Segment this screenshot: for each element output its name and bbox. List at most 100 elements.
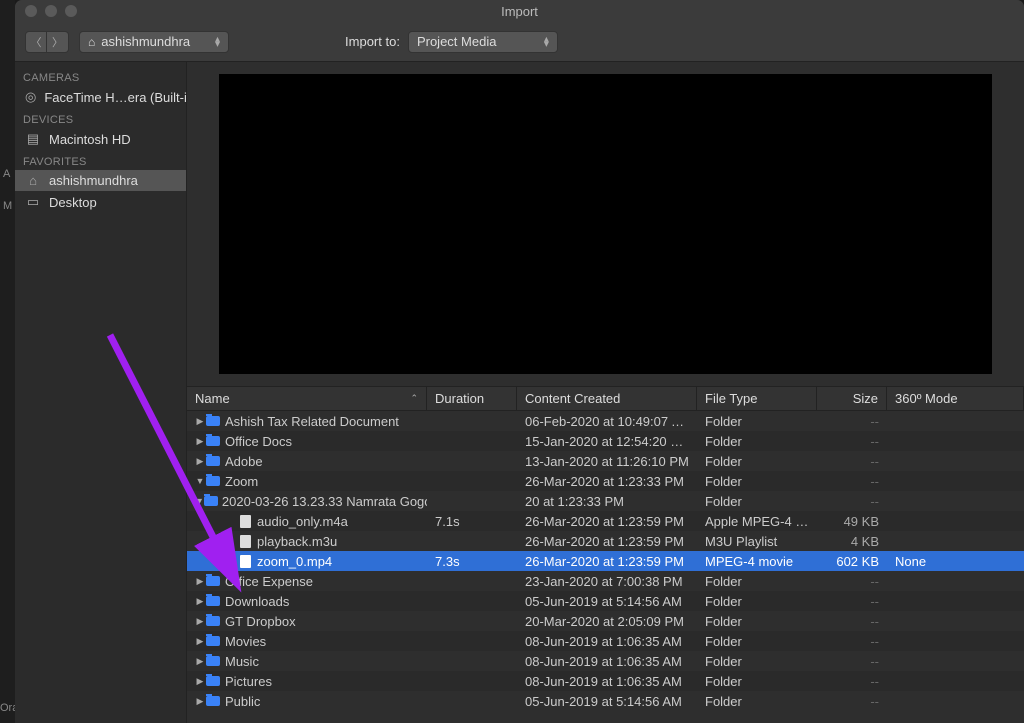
sidebar-item-label: FaceTime H…era (Built-in) [44,90,186,105]
table-row[interactable]: ▶Pictures 08-Jun-2019 at 1:06:35 AMFolder… [187,671,1024,691]
cell-content-created: 13-Jan-2020 at 11:26:10 PM [517,454,697,469]
cell-file-type: Folder [697,594,817,609]
cell-content-created: 08-Jun-2019 at 1:06:35 AM [517,674,697,689]
file-name: Ashish Tax Related Document [225,414,399,429]
cell-name: ▶Pictures [187,674,427,689]
cell-content-created: 05-Jun-2019 at 5:14:56 AM [517,694,697,709]
column-name[interactable]: Name⌃ [187,387,427,410]
cell-content-created: 26-Mar-2020 at 1:23:33 PM [517,474,697,489]
nav-buttons: 〈 〉 [25,31,69,53]
column-size[interactable]: Size [817,387,887,410]
sidebar-item-facetime[interactable]: ◎ FaceTime H…era (Built-in) [15,86,186,108]
cell-file-type: Folder [697,474,817,489]
forward-button[interactable]: 〉 [47,31,69,53]
close-window-icon[interactable] [25,5,37,17]
back-button[interactable]: 〈 [25,31,47,53]
file-name: Downloads [225,594,289,609]
table-row[interactable]: audio_only.m4a7.1s26-Mar-2020 at 1:23:59… [187,511,1024,531]
file-name: 2020-03-26 13.23.33 Namrata Gogoi's Zoom… [222,494,427,509]
disclosure-triangle-icon[interactable]: ▶ [195,676,205,687]
disclosure-triangle-icon[interactable]: ▼ [195,496,204,506]
cell-content-created: 26-Mar-2020 at 1:23:59 PM [517,514,697,529]
sort-ascending-icon: ⌃ [410,393,418,404]
sidebar-item-desktop[interactable]: ▭ Desktop [15,191,186,213]
cell-file-type: Folder [697,674,817,689]
file-name: Office Expense [225,574,313,589]
cell-content-created: 20-Mar-2020 at 2:05:09 PM [517,614,697,629]
disclosure-triangle-icon[interactable]: ▶ [195,656,205,667]
disclosure-triangle-icon[interactable]: ▼ [195,476,205,486]
table-row[interactable]: ▶GT Dropbox20-Mar-2020 at 2:05:09 PMFold… [187,611,1024,631]
folder-icon [205,574,221,588]
cell-size: -- [817,454,887,469]
cell-name: ▶ Adobe [187,454,427,469]
folder-icon [205,474,221,488]
file-name: GT Dropbox [225,614,296,629]
cell-content-created: 15-Jan-2020 at 12:54:20 PM [517,434,697,449]
table-row[interactable]: ▼ 2020-03-26 13.23.33 Namrata Gogoi's Zoo… [187,491,1024,511]
file-name: Music [225,654,259,669]
disclosure-triangle-icon[interactable]: ▶ [195,416,205,427]
table-row[interactable]: ▶ Ashish Tax Related Document 06-Feb-2020 … [187,411,1024,431]
sidebar-item-label: ashishmundhra [49,173,138,188]
minimize-window-icon[interactable] [45,5,57,17]
table-row[interactable]: ▶ Adobe 13-Jan-2020 at 11:26:10 PMFolder-- [187,451,1024,471]
table-row[interactable]: ▶Office Docs15-Jan-2020 at 12:54:20 PMFo… [187,431,1024,451]
cell-file-type: Folder [697,634,817,649]
cell-content-created: 05-Jun-2019 at 5:14:56 AM [517,594,697,609]
cell-file-type: Folder [697,434,817,449]
sidebar-item-macintosh-hd[interactable]: ▤ Macintosh HD [15,128,186,150]
table-row[interactable]: ▶Movies08-Jun-2019 at 1:06:35 AMFolder-- [187,631,1024,651]
content-area: CAMERAS ◎ FaceTime H…era (Built-in) DEVI… [15,62,1024,723]
column-content-created[interactable]: Content Created [517,387,697,410]
file-name: Adobe [225,454,263,469]
folder-icon [205,454,221,468]
preview-viewport[interactable] [219,74,991,374]
import-to-select[interactable]: Project Media ▴▾ [408,31,558,53]
cell-name: ▼ 2020-03-26 13.23.33 Namrata Gogoi's Zoo… [187,494,427,509]
cell-duration: 7.1s [427,514,517,529]
disclosure-triangle-icon[interactable]: ▶ [195,596,205,607]
disclosure-triangle-icon[interactable]: ▶ [195,616,205,627]
cell-size: 602 KB [817,554,887,569]
sidebar-heading-cameras: CAMERAS [15,66,186,86]
disclosure-triangle-icon[interactable]: ▶ [195,636,205,647]
table-body[interactable]: ▶ Ashish Tax Related Document 06-Feb-2020 … [187,411,1024,723]
file-icon [237,514,253,528]
home-icon: ⌂ [25,173,41,188]
table-row[interactable]: ▶Public05-Jun-2019 at 5:14:56 AMFolder-- [187,691,1024,711]
disclosure-triangle-icon[interactable]: ▶ [195,436,205,447]
cell-file-type: Folder [697,414,817,429]
folder-icon [205,414,221,428]
cell-content-created: 06-Feb-2020 at 10:49:07 AM [517,414,697,429]
cell-file-type: Folder [697,694,817,709]
cell-name: ▼Zoom [187,474,427,489]
column-duration[interactable]: Duration [427,387,517,410]
column-360-mode[interactable]: 360º Mode [887,387,1024,410]
cell-size: -- [817,634,887,649]
table-row[interactable]: playback.m3u26-Mar-2020 at 1:23:59 PMM3U… [187,531,1024,551]
sidebar-item-home[interactable]: ⌂ ashishmundhra [15,170,186,191]
folder-icon [205,434,221,448]
table-row[interactable]: ▼Zoom26-Mar-2020 at 1:23:33 PMFolder-- [187,471,1024,491]
column-file-type[interactable]: File Type [697,387,817,410]
disclosure-triangle-icon[interactable]: ▶ [195,456,205,467]
cell-name: ▶Public [187,694,427,709]
window-controls[interactable] [15,5,77,17]
disclosure-triangle-icon[interactable]: ▶ [195,576,205,587]
table-row[interactable]: ▶Music08-Jun-2019 at 1:06:35 AMFolder-- [187,651,1024,671]
disclosure-triangle-icon[interactable]: ▶ [195,696,205,707]
table-row[interactable]: zoom_0.mp47.3s26-Mar-2020 at 1:23:59 PMM… [187,551,1024,571]
toolbar: 〈 〉 ⌂ ashishmundhra ▴▾ Import to: Projec… [15,22,1024,62]
cell-size: -- [817,594,887,609]
path-dropdown[interactable]: ⌂ ashishmundhra ▴▾ [79,31,229,53]
cell-file-type: Folder [697,454,817,469]
cell-file-type: M3U Playlist [697,534,817,549]
path-label: ashishmundhra [101,34,190,49]
maximize-window-icon[interactable] [65,5,77,17]
cell-name: ▶ Office Expense [187,574,427,589]
table-row[interactable]: ▶ Downloads 05-Jun-2019 at 5:14:56 AMFolde… [187,591,1024,611]
file-name: Movies [225,634,266,649]
table-row[interactable]: ▶Office Expense23-Jan-2020 at 7:00:38 PM… [187,571,1024,591]
cell-file-type: Folder [697,494,817,509]
